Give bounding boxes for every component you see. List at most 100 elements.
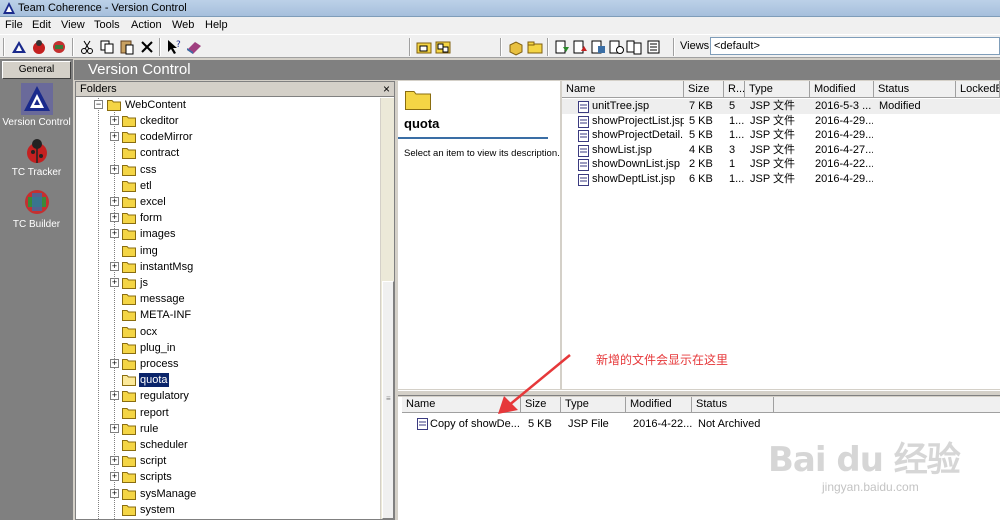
menu-help[interactable]: Help	[204, 18, 229, 33]
tree-scrollbar[interactable]: ≡	[380, 98, 394, 519]
tree-item-regulatory[interactable]: + regulatory	[76, 388, 380, 404]
table-row[interactable]: unitTree.jsp 7 KB 5 JSP 文件 2016-5-3 ... Modif…	[562, 99, 1000, 114]
expand-icon[interactable]: +	[110, 391, 119, 401]
menu-tools[interactable]: Tools	[93, 18, 121, 33]
tree-item-report[interactable]: report	[76, 405, 380, 421]
tree-item-process[interactable]: + process	[76, 356, 380, 372]
menu-view[interactable]: View	[60, 18, 86, 33]
delete-icon[interactable]	[138, 38, 156, 56]
book-icon[interactable]	[185, 38, 203, 56]
table-row[interactable]: showList.jsp 4 KB 3 JSP 文件 2016-4-27...	[562, 143, 1000, 158]
expand-icon[interactable]: +	[110, 132, 119, 142]
folder-open-tool-icon[interactable]	[415, 38, 433, 56]
cell-type: JSP 文件	[750, 129, 796, 142]
file-list-icon[interactable]	[645, 38, 663, 56]
expand-icon[interactable]: +	[110, 472, 119, 482]
column-header-size[interactable]: Size	[684, 81, 724, 98]
expand-icon[interactable]: +	[110, 229, 119, 239]
expand-icon[interactable]: +	[110, 213, 119, 223]
expand-icon[interactable]: +	[110, 278, 119, 287]
column-header-status[interactable]: Status	[692, 397, 774, 413]
builder-tool-icon[interactable]	[50, 38, 68, 56]
tree-item-contract[interactable]: contract	[76, 145, 380, 161]
expand-icon[interactable]: +	[110, 359, 119, 368]
history-icon[interactable]	[607, 38, 625, 56]
menu-file[interactable]: File	[4, 18, 24, 33]
tree-item-css[interactable]: + css	[76, 162, 380, 178]
folder-tool-icon[interactable]	[526, 38, 544, 56]
tree-item-webcontent[interactable]: − WebContent	[76, 98, 380, 113]
column-header-status[interactable]: Status	[874, 81, 956, 98]
tree-item-script[interactable]: + script	[76, 453, 380, 469]
version-control-tool-icon[interactable]	[10, 38, 28, 56]
tree-item-sysmanage[interactable]: + sysManage	[76, 486, 380, 502]
expand-icon[interactable]: +	[110, 164, 119, 174]
tree-item-instantmsg[interactable]: + instantMsg	[76, 259, 380, 275]
views-select[interactable]	[710, 37, 1000, 55]
folder-compare-tool-icon[interactable]	[434, 38, 452, 56]
column-header-modified[interactable]: Modified	[626, 397, 692, 413]
expand-icon[interactable]: +	[110, 488, 119, 498]
table-row[interactable]: showDeptList.jsp 6 KB 1... JSP 文件 2016-4-29.…	[562, 172, 1000, 187]
tree-item-system[interactable]: system	[76, 502, 380, 518]
cell-revision: 1...	[729, 129, 744, 142]
column-header-modified[interactable]: Modified	[810, 81, 874, 98]
tree-item-js[interactable]: + js	[76, 275, 380, 291]
tree-item-form[interactable]: + form	[76, 210, 380, 226]
column-header-locked-by[interactable]: LockedBy	[956, 81, 1000, 98]
tree-item-ocx[interactable]: ocx	[76, 324, 380, 340]
tree-item-rule[interactable]: + rule	[76, 421, 380, 437]
get-latest-icon[interactable]	[589, 38, 607, 56]
tree-item-meta-inf[interactable]: META-INF	[76, 307, 380, 323]
tree-item-plug-in[interactable]: plug_in	[76, 340, 380, 356]
table-row[interactable]: showProjectDetail... 5 KB 1... JSP 文件 2016-4…	[562, 128, 1000, 143]
column-header-type[interactable]: Type	[745, 81, 810, 98]
package-icon[interactable]	[507, 38, 525, 56]
collapse-icon[interactable]: −	[94, 100, 103, 109]
cell-name: showProjectList.jsp	[592, 114, 684, 127]
cut-icon[interactable]	[78, 38, 96, 56]
table-row[interactable]: showDownList.jsp 2 KB 1 JSP 文件 2016-4-22...	[562, 157, 1000, 172]
tree-item-codemirror[interactable]: + codeMirror	[76, 129, 380, 145]
tree-item-scheduler[interactable]: scheduler	[76, 437, 380, 453]
scrollbar-thumb[interactable]: ≡	[382, 281, 394, 519]
nav-version-control[interactable]: Version Control	[2, 83, 71, 128]
folder-icon	[122, 245, 136, 257]
help-pointer-icon[interactable]: ?	[165, 38, 183, 56]
general-tab[interactable]: General	[2, 61, 71, 79]
table-row[interactable]: showProjectList.jsp 5 KB 1... JSP 文件 2016-4-…	[562, 114, 1000, 129]
tree-item-img[interactable]: img	[76, 243, 380, 259]
menu-edit[interactable]: Edit	[31, 18, 52, 33]
tree-item-images[interactable]: + images	[76, 226, 380, 242]
tree-item-quota[interactable]: quota	[76, 372, 380, 388]
tree-item-etl[interactable]: etl	[76, 178, 380, 194]
nav-tc-builder[interactable]: TC Builder	[2, 187, 71, 230]
bug-tool-icon[interactable]	[30, 38, 48, 56]
expand-icon[interactable]: +	[110, 116, 119, 125]
diff-icon[interactable]	[625, 38, 643, 56]
cell-modified: 2016-5-3 ...	[815, 100, 872, 112]
column-header-name[interactable]: Name	[562, 81, 684, 98]
paste-icon[interactable]	[118, 38, 136, 56]
tree-item-message[interactable]: message	[76, 291, 380, 307]
menu-action[interactable]: Action	[130, 18, 163, 33]
close-icon[interactable]: ×	[383, 82, 390, 96]
menu-web[interactable]: Web	[171, 18, 195, 33]
folder-title: quota	[404, 116, 440, 131]
checkin-icon[interactable]	[571, 38, 589, 56]
nav-tc-tracker[interactable]: TC Tracker	[2, 137, 71, 178]
table-row[interactable]: Copy of showDe... 5 KB JSP File 2016-4-2…	[398, 417, 1000, 432]
copy-icon[interactable]	[98, 38, 116, 56]
pane-splitter[interactable]	[398, 390, 1000, 396]
checkout-icon[interactable]	[553, 38, 571, 56]
tree-item-ckeditor[interactable]: + ckeditor	[76, 113, 380, 129]
tree-item-label: report	[140, 406, 169, 419]
expand-icon[interactable]: +	[110, 197, 119, 206]
expand-icon[interactable]: +	[110, 423, 119, 433]
expand-icon[interactable]: +	[110, 456, 119, 466]
column-header-revision[interactable]: R...	[724, 81, 745, 98]
tree-item-excel[interactable]: + excel	[76, 194, 380, 210]
expand-icon[interactable]: +	[110, 261, 119, 271]
tree-item-scripts[interactable]: + scripts	[76, 469, 380, 485]
toolbar-separator	[3, 38, 5, 56]
